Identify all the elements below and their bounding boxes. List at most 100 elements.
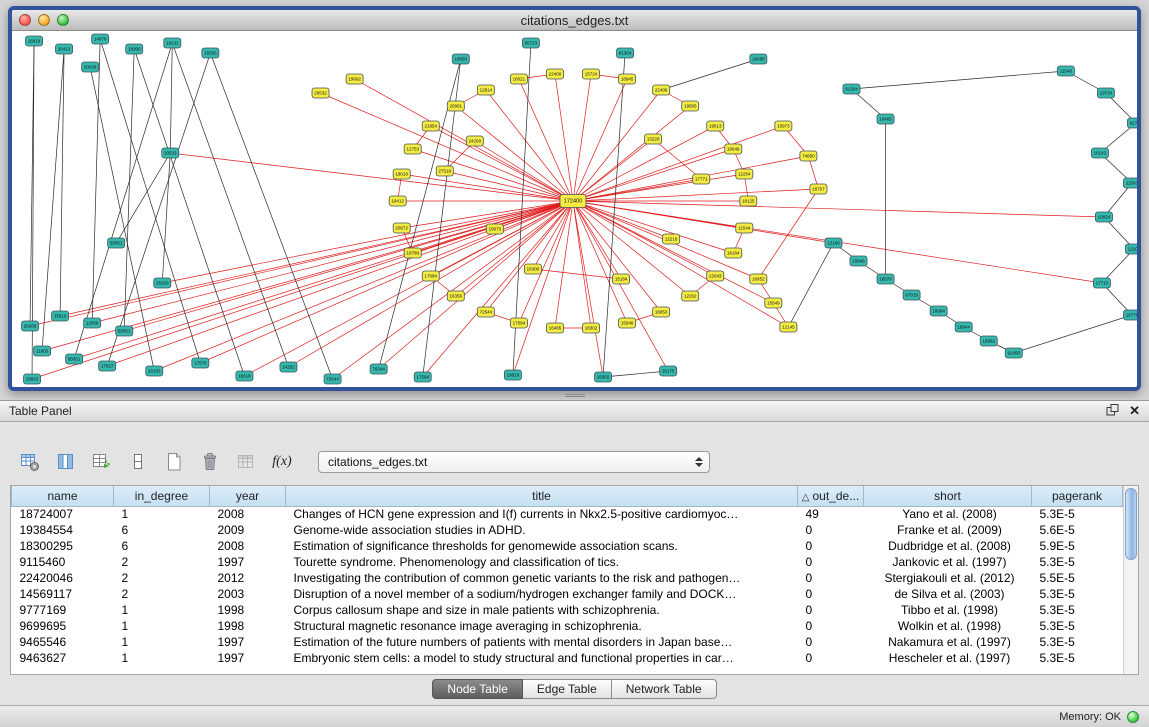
table-cell[interactable]: 2008 [210,506,286,522]
graph-edge[interactable] [107,53,210,366]
graph-edge[interactable] [519,79,573,201]
table-cell[interactable]: 6 [114,538,210,554]
column-header[interactable]: pagerank [1032,486,1123,506]
table-cell[interactable]: 18300295 [12,538,114,554]
table-row[interactable]: 1938455462009Genome-wide association stu… [12,522,1123,538]
graph-edge[interactable] [758,189,818,279]
column-header[interactable]: year [210,486,286,506]
graph-edge[interactable] [170,43,172,153]
graph-edge[interactable] [573,201,788,327]
column-header[interactable]: in_degree [114,486,210,506]
table-cell[interactable]: 0 [798,522,864,538]
table-row[interactable]: 2242004622012Investigating the contribut… [12,570,1123,586]
table-row[interactable]: 977716911998Corpus callosum shape and si… [12,602,1123,618]
table-cell[interactable]: 5.3E-5 [1032,506,1123,522]
graph-edge[interactable] [573,201,1104,217]
table-cell[interactable]: 9115460 [12,554,114,570]
table-cell[interactable]: 14569117 [12,586,114,602]
table-cell[interactable]: Wolkin et al. (1998) [864,618,1032,634]
table-cell[interactable]: Structural magnetic resonance image aver… [286,618,798,634]
function-builder-icon[interactable]: f(x) [268,449,296,475]
graph-edge[interactable] [661,59,758,90]
table-cell[interactable]: de Silva et al. (2003) [864,586,1032,602]
table-cell[interactable]: 0 [798,586,864,602]
graph-edge[interactable] [603,371,668,377]
table-cell[interactable]: 0 [798,570,864,586]
graph-edge[interactable] [788,243,833,327]
graph-edge[interactable] [456,201,573,296]
table-cell[interactable]: 5.3E-5 [1032,586,1123,602]
table-cell[interactable]: 0 [798,634,864,650]
graph-edge[interactable] [288,201,573,367]
table-cell[interactable]: 2003 [210,586,286,602]
tab-network-table[interactable]: Network Table [612,679,717,699]
graph-edge[interactable] [154,201,573,371]
table-cell[interactable]: Changes of HCN gene expression and I(f) … [286,506,798,522]
graph-edge[interactable] [124,201,573,331]
table-cell[interactable]: 49 [798,506,864,522]
table-cell[interactable]: 0 [798,618,864,634]
graph-edge[interactable] [355,79,573,201]
table-mode-icon[interactable] [16,449,44,475]
table-cell[interactable]: 0 [798,602,864,618]
table-cell[interactable]: Nakamura et al. (1997) [864,634,1032,650]
table-cell[interactable]: 5.6E-5 [1032,522,1123,538]
graph-edge[interactable] [573,201,627,323]
graph-edge[interactable] [74,43,172,359]
graph-edge[interactable] [573,139,653,201]
graph-edge[interactable] [321,93,573,201]
table-row[interactable]: 1830029562008Estimation of significance … [12,538,1123,554]
window-titlebar[interactable]: citations_edges.txt [12,10,1137,31]
memory-status-icon[interactable] [1127,711,1139,723]
table-cell[interactable]: 6 [114,522,210,538]
table-cell[interactable]: 5.3E-5 [1032,602,1123,618]
table-cell[interactable]: 5.5E-5 [1032,570,1123,586]
table-cell[interactable]: 0 [798,538,864,554]
graph-edge[interactable] [42,49,64,351]
table-cell[interactable]: 2008 [210,538,286,554]
graph-edge[interactable] [533,269,621,279]
table-cell[interactable]: Estimation of the future numbers of pati… [286,634,798,650]
show-columns-icon[interactable] [52,449,80,475]
graph-edge[interactable] [172,43,288,367]
table-cell[interactable]: Stergiakouli et al. (2012) [864,570,1032,586]
table-cell[interactable]: 0 [798,554,864,570]
table-cell[interactable]: 22420046 [12,570,114,586]
table-row[interactable]: 911546021997Tourette syndrome. Phenomeno… [12,554,1123,570]
table-cell[interactable]: 1 [114,602,210,618]
table-cell[interactable]: 1 [114,634,210,650]
table-cell[interactable]: 2 [114,586,210,602]
table-cell[interactable]: 2 [114,554,210,570]
table-cell[interactable]: 2009 [210,522,286,538]
tab-edge-table[interactable]: Edge Table [523,679,612,699]
graph-edge[interactable] [170,153,573,201]
table-cell[interactable]: Jankovic et al. (1997) [864,554,1032,570]
tab-node-table[interactable]: Node Table [432,679,523,699]
table-cell[interactable]: Corpus callosum shape and size in male p… [286,602,798,618]
graph-edge[interactable] [456,106,573,201]
table-cell[interactable]: Yano et al. (2008) [864,506,1032,522]
table-panel-titlebar[interactable]: Table Panel ✕ [0,401,1149,422]
graph-edge[interactable] [851,71,1065,89]
table-scrollbar-thumb[interactable] [1125,488,1137,560]
graph-edge[interactable] [573,106,690,201]
table-cell[interactable]: 5.3E-5 [1032,634,1123,650]
table-cell[interactable]: 2 [114,570,210,586]
table-row[interactable]: 1872400712008Changes of HCN gene express… [12,506,1123,522]
edit-columns-icon[interactable] [88,449,116,475]
table-cell[interactable]: 1997 [210,634,286,650]
table-row[interactable]: 969969511998Structural magnetic resonanc… [12,618,1123,634]
network-canvas[interactable]: 1724001812512254166461961319565224061894… [12,31,1137,387]
table-cell[interactable]: 1997 [210,554,286,570]
float-panel-icon[interactable] [1106,404,1119,418]
table-cell[interactable]: 1997 [210,650,286,666]
table-cell[interactable]: 1 [114,618,210,634]
network-graph[interactable]: 1724001812512254166461961319565224061894… [12,31,1137,387]
table-cell[interactable]: Embryonic stem cells: a model to study s… [286,650,798,666]
column-header[interactable]: title [286,486,798,506]
table-cell[interactable]: 9699695 [12,618,114,634]
table-cell[interactable]: Investigating the contribution of common… [286,570,798,586]
table-scrollbar[interactable] [1123,486,1138,674]
table-cell[interactable]: Dudbridge et al. (2008) [864,538,1032,554]
column-header[interactable]: name [12,486,114,506]
